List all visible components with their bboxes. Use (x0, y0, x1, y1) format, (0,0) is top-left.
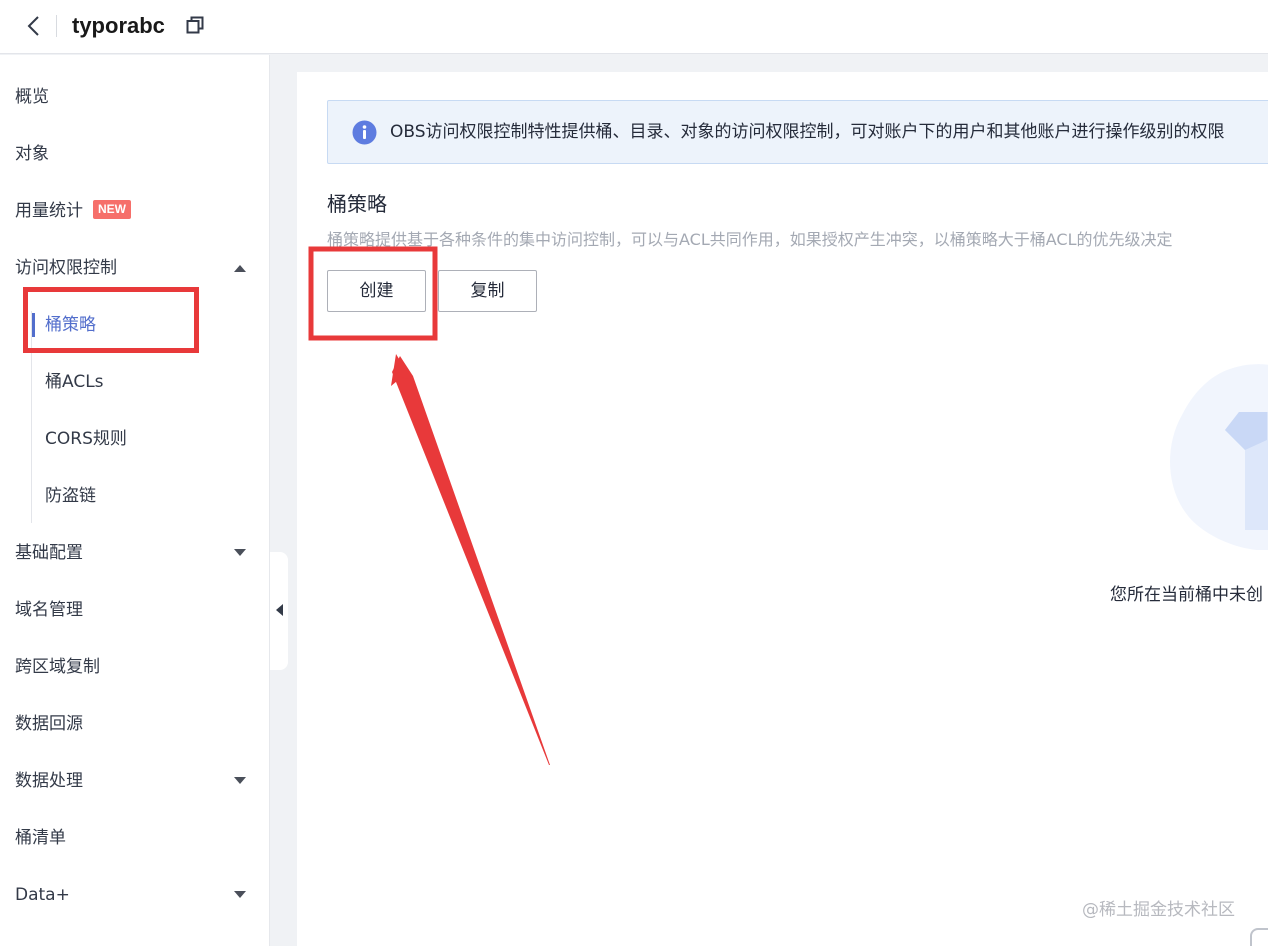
caret-down-icon (234, 777, 246, 784)
sidebar-item-data-processing[interactable]: 数据处理 (0, 761, 270, 801)
sidebar-item-access-control[interactable]: 访问权限控制 (0, 248, 270, 288)
sidebar-item-bucket-acls[interactable]: 桶ACLs (32, 362, 270, 402)
sidebar-item-label: 数据回源 (15, 714, 83, 734)
sidebar-item-basic-config[interactable]: 基础配置 (0, 533, 270, 573)
sidebar-item-overview[interactable]: 概览 (0, 77, 270, 117)
caret-down-icon (234, 891, 246, 898)
sidebar-item-bucket-inventory[interactable]: 桶清单 (0, 818, 270, 858)
empty-state-illustration (1170, 364, 1268, 550)
floating-help-widget[interactable] (1250, 928, 1268, 946)
caret-down-icon (234, 549, 246, 556)
sidebar-item-hotlink-protection[interactable]: 防盗链 (32, 476, 270, 516)
back-button[interactable] (21, 12, 47, 40)
sidebar-item-label: 桶策略 (45, 315, 96, 335)
info-icon (352, 120, 377, 145)
sidebar-item-label: 跨区域复制 (15, 657, 100, 677)
chevron-left-icon (27, 16, 39, 36)
copy-policy-button[interactable]: 复制 (438, 270, 537, 312)
new-badge: NEW (93, 200, 131, 219)
sidebar-item-cors-rules[interactable]: CORS规则 (32, 419, 270, 459)
sidebar-item-label: 访问权限控制 (15, 258, 117, 278)
info-banner-text: OBS访问权限控制特性提供桶、目录、对象的访问权限控制，可对账户下的用户和其他账… (390, 122, 1225, 142)
sidebar-item-label: 用量统计 (15, 201, 83, 221)
header-divider (56, 15, 57, 37)
collapse-left-icon (276, 604, 283, 616)
empty-state-text: 您所在当前桶中未创 (1110, 585, 1263, 605)
sidebar-item-domain-management[interactable]: 域名管理 (0, 590, 270, 630)
sidebar-item-label: CORS规则 (45, 429, 127, 449)
bucket-name-title: typorabc (72, 13, 165, 38)
sidebar-collapse-handle[interactable] (270, 552, 288, 670)
sidebar-item-label: 数据处理 (15, 771, 83, 791)
info-banner: OBS访问权限控制特性提供桶、目录、对象的访问权限控制，可对账户下的用户和其他账… (327, 100, 1268, 164)
sidebar-item-label: Data+ (15, 885, 70, 905)
sidebar-item-label: 对象 (15, 144, 49, 164)
sidebar-item-label: 概览 (15, 87, 49, 107)
sidebar-item-usage-stats[interactable]: 用量统计 NEW (0, 191, 270, 231)
main-panel: OBS访问权限控制特性提供桶、目录、对象的访问权限控制，可对账户下的用户和其他账… (297, 72, 1268, 946)
sidebar-item-data-plus[interactable]: Data+ (0, 875, 270, 915)
sidebar-item-label: 防盗链 (45, 486, 96, 506)
sidebar-item-mirror-back-to-source[interactable]: 数据回源 (0, 704, 270, 744)
sidebar-item-label: 桶清单 (15, 828, 66, 848)
section-title: 桶策略 (327, 192, 387, 216)
sidebar-item-label: 桶ACLs (45, 372, 104, 392)
sidebar-item-label: 域名管理 (15, 600, 83, 620)
sidebar-item-bucket-policy[interactable]: 桶策略 (32, 305, 270, 345)
create-button[interactable]: 创建 (327, 270, 426, 312)
copy-icon[interactable] (186, 16, 204, 34)
sidebar-item-label: 基础配置 (15, 543, 83, 563)
watermark: @稀土掘金技术社区 (1082, 900, 1235, 920)
sidebar-item-objects[interactable]: 对象 (0, 134, 270, 174)
caret-up-icon (234, 265, 246, 272)
sidebar-item-cross-region-replication[interactable]: 跨区域复制 (0, 647, 270, 687)
active-indicator (32, 313, 35, 337)
section-description: 桶策略提供基于各种条件的集中访问控制，可以与ACL共同作用，如果授权产生冲突，以… (327, 230, 1173, 249)
top-header: typorabc (0, 0, 1268, 54)
sidebar-nav: 概览 对象 用量统计 NEW 访问权限控制 桶策略 桶ACLs CORS规则 防盗… (0, 55, 270, 946)
